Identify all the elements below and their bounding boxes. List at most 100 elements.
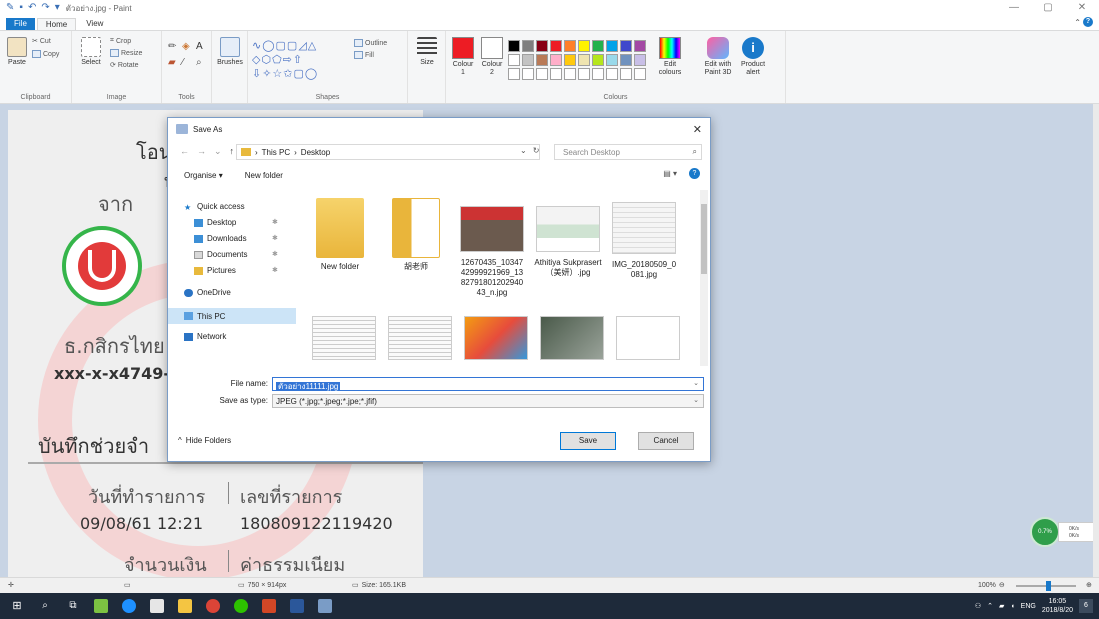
palette-swatch[interactable] [508, 54, 520, 66]
file-explorer-icon[interactable] [178, 599, 192, 613]
crop-button[interactable]: ⌗ Crop [110, 37, 131, 45]
resize-button[interactable]: Resize [110, 49, 142, 57]
help-icon[interactable]: ? [689, 168, 700, 179]
save-button[interactable]: Save [560, 432, 616, 450]
app-green-icon[interactable] [94, 599, 108, 613]
redo-icon[interactable]: ↷ [41, 2, 49, 14]
palette-swatch[interactable] [536, 54, 548, 66]
file-list[interactable]: New folder 胡老师 12670435_10347 4299992196… [300, 188, 700, 368]
collapse-ribbon-icon[interactable]: ⌃ [1074, 18, 1081, 27]
edge-browser-icon[interactable] [122, 599, 136, 613]
palette-swatch[interactable] [620, 40, 632, 52]
tab-home[interactable]: Home [36, 18, 77, 30]
paint-taskbar-icon[interactable] [318, 599, 332, 613]
nav-onedrive[interactable]: OneDrive [184, 288, 231, 297]
save-icon[interactable]: ▪ [19, 2, 23, 14]
address-bar[interactable]: › This PC › Desktop [236, 144, 540, 160]
camera-icon[interactable] [150, 599, 164, 613]
file-item[interactable] [460, 316, 532, 366]
pin-icon[interactable]: ✱ [272, 234, 278, 242]
file-item[interactable]: 胡老师 [380, 198, 452, 272]
text-tool[interactable]: A [196, 41, 203, 52]
help-icon[interactable]: ? [1083, 17, 1093, 27]
minimize-button[interactable]: — [997, 0, 1031, 16]
undo-icon[interactable]: ↶ [28, 2, 36, 14]
fill-tool[interactable]: ◈ [182, 41, 190, 52]
pin-icon[interactable]: ✱ [272, 218, 278, 226]
eraser-tool[interactable]: ▰ [168, 57, 176, 68]
select-button[interactable]: Select [78, 37, 104, 66]
clock[interactable]: 16:05 2018/8/20 [1042, 597, 1073, 615]
word-icon[interactable] [290, 599, 304, 613]
file-item[interactable]: 12670435_10347 42999921969_13 8279180120… [456, 198, 528, 298]
pencil-tool[interactable]: ✏ [168, 41, 176, 52]
file-item[interactable]: IMG_20180509_0 081.jpg [608, 198, 680, 280]
palette-swatch[interactable] [578, 68, 590, 80]
palette-swatch[interactable] [550, 40, 562, 52]
palette-swatch[interactable] [606, 54, 618, 66]
file-list-scrollbar[interactable] [700, 190, 708, 366]
fill-button[interactable]: Fill [354, 51, 374, 59]
palette-swatch[interactable] [592, 54, 604, 66]
people-icon[interactable]: ⚇ [975, 602, 981, 610]
zoom-out-icon[interactable]: ⊖ [999, 581, 1005, 589]
file-item[interactable] [308, 316, 380, 366]
maximize-button[interactable]: ▢ [1031, 0, 1065, 16]
nav-network[interactable]: Network [184, 332, 226, 341]
input-language[interactable]: ENG [1021, 603, 1036, 610]
file-name-input[interactable]: ตัวอย่าง11111.jpg ⌄ [272, 377, 704, 391]
nav-documents[interactable]: Documents [194, 250, 247, 259]
dialog-close-icon[interactable]: ✕ [693, 123, 702, 136]
picker-tool[interactable]: ⁄ [182, 57, 184, 68]
rotate-button[interactable]: ⟳ Rotate [110, 61, 139, 70]
palette-swatch[interactable] [550, 68, 562, 80]
zoom-slider-thumb[interactable] [1046, 581, 1051, 591]
powerpoint-icon[interactable] [262, 599, 276, 613]
save-type-select[interactable]: JPEG (*.jpg;*.jpeg;*.jpe;*.jfif) ⌄ [272, 394, 704, 408]
palette-swatch[interactable] [620, 54, 632, 66]
palette-swatch[interactable] [564, 54, 576, 66]
colour2-button[interactable]: Colour 2 [479, 37, 505, 77]
cut-button[interactable]: ✂ Cut [32, 37, 51, 46]
colour1-button[interactable]: Colour 1 [450, 37, 476, 77]
palette-swatch[interactable] [564, 40, 576, 52]
file-item[interactable] [536, 316, 608, 366]
nav-quick-access[interactable]: ★ Quick access [184, 202, 245, 212]
palette-swatch[interactable] [508, 68, 520, 80]
file-item[interactable] [612, 316, 684, 366]
tray-chevron-icon[interactable]: ⌃ [987, 602, 993, 610]
shapes-gallery[interactable]: ∿◯▢▢◿△ ◇⬡⬠⇨⇧ ⇩✧☆✩▢◯ [252, 39, 352, 80]
file-item[interactable]: Athitiya Sukprasert（美妍）.jpg [532, 198, 604, 278]
zoom-in-icon[interactable]: ⊕ [1086, 581, 1092, 589]
palette-swatch[interactable] [578, 54, 590, 66]
edit-colours-button[interactable]: Edit colours [656, 37, 684, 77]
palette-swatch[interactable] [564, 68, 576, 80]
palette-swatch[interactable] [508, 40, 520, 52]
palette-swatch[interactable] [522, 40, 534, 52]
palette-swatch[interactable] [536, 68, 548, 80]
tab-file[interactable]: File [6, 18, 35, 30]
breadcrumb-this-pc[interactable]: This PC [262, 148, 290, 157]
nav-downloads[interactable]: Downloads [194, 234, 247, 243]
palette-swatch[interactable] [536, 40, 548, 52]
file-item[interactable] [384, 316, 456, 366]
palette-swatch[interactable] [634, 40, 646, 52]
tab-view[interactable]: View [78, 18, 111, 30]
palette-swatch[interactable] [606, 40, 618, 52]
pin-icon[interactable]: ✱ [272, 250, 278, 258]
canvas-scrollbar[interactable] [1093, 104, 1099, 577]
network-speed-widget[interactable]: 0.7% 0K/s 0K/s [1028, 516, 1098, 548]
organise-button[interactable]: Organise ▾ [184, 171, 223, 180]
edit-paint3d-button[interactable]: Edit with Paint 3D [700, 37, 736, 77]
nav-this-pc[interactable]: This PC [168, 308, 296, 324]
forward-icon[interactable]: → [197, 146, 206, 157]
close-button[interactable]: ✕ [1065, 0, 1099, 16]
copy-button[interactable]: Copy [32, 50, 59, 58]
file-item[interactable]: New folder [304, 198, 376, 272]
recent-dropdown-icon[interactable]: ⌄ [214, 146, 222, 157]
search-input[interactable]: Search Desktop ⌕ [554, 144, 702, 160]
refresh-icon[interactable]: ↻ [533, 146, 540, 155]
pin-icon[interactable]: ✱ [272, 266, 278, 274]
palette-swatch[interactable] [522, 54, 534, 66]
cancel-button[interactable]: Cancel [638, 432, 694, 450]
